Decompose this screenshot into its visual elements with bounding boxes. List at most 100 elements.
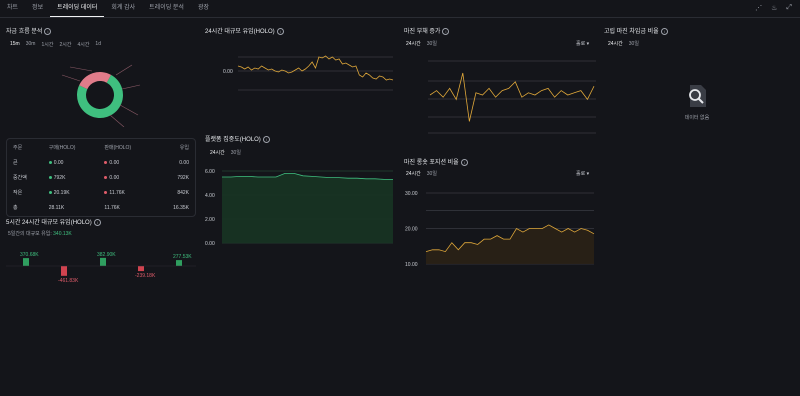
inflow-24h-line-chart: 0.00 xyxy=(223,55,394,91)
no-data-search-icon xyxy=(689,85,706,107)
sell-value: 0.00 xyxy=(109,174,120,181)
pie-leader-line xyxy=(69,66,93,72)
buy-dot xyxy=(48,160,52,164)
timeframe-2h[interactable]: 2시간 xyxy=(59,41,71,48)
series-area xyxy=(426,224,594,264)
bar xyxy=(176,260,182,266)
capital-flow-title: 자금 흐름 분석 i xyxy=(6,26,52,35)
series-area xyxy=(222,173,393,243)
dropdown-value: 홀로 xyxy=(576,171,586,177)
tab-30d[interactable]: 30일 xyxy=(427,170,437,177)
buy-dot xyxy=(48,190,52,194)
bar-label: -239.18K xyxy=(135,273,156,279)
info-icon[interactable]: i xyxy=(44,27,52,35)
capital-flow-table: 주문 구매(HOLO) 판매(HOLO) 유입 큰 0.00 0.00 0.00… xyxy=(6,138,196,217)
capital-flow-title-text: 자금 흐름 분석 xyxy=(6,29,43,35)
tab-trading-data[interactable]: 트레이딩 데이터 xyxy=(50,0,105,17)
row-label: 총 xyxy=(13,205,18,211)
chevron-down-icon: ▾ xyxy=(586,41,590,47)
info-icon[interactable]: i xyxy=(276,27,284,35)
buy-cell: 20.19K xyxy=(45,186,99,199)
concentration-title: 플랫폼 집중도(HOLO) i xyxy=(205,134,270,143)
buy-value: 0.00 xyxy=(53,159,64,166)
bell-icon[interactable]: ♨ xyxy=(771,4,777,12)
table-header-row: 주문 구매(HOLO) 판매(HOLO) 유입 xyxy=(9,141,193,154)
bar xyxy=(23,258,29,266)
row-label: 중간액 xyxy=(13,175,27,181)
inflow-5h-bar-chart: 370.68K -461.83K 382.90K -239.18K 277.53K xyxy=(6,252,196,284)
timeframe-1h[interactable]: 1시간 xyxy=(41,41,53,48)
margin-debt-title-text: 마진 부채 증가 xyxy=(404,29,441,35)
table-row: 중간액 792K 0.00 792K xyxy=(9,171,193,184)
concentration-title-text: 플랫폼 집중도(HOLO) xyxy=(205,137,261,143)
buy-cell: 792K xyxy=(45,171,99,184)
chevron-down-icon: ▾ xyxy=(586,171,590,177)
share-icon[interactable]: ⋰ xyxy=(755,4,762,12)
col-sell: 판매(HOLO) xyxy=(104,145,132,151)
sell-cell: 0.00 xyxy=(100,156,154,169)
sell-value: 11.76K xyxy=(104,204,120,211)
bar-label: 277.53K xyxy=(173,254,192,260)
buy-value: 792K xyxy=(53,174,66,181)
inflow-24h-title: 24시간 대규모 유입(HOLO) i xyxy=(205,26,284,35)
tab-audit[interactable]: 회계 감사 xyxy=(104,0,142,17)
sell-dot xyxy=(104,175,108,179)
table-row: 큰 0.00 0.00 0.00 xyxy=(9,156,193,169)
row-label: 큰 xyxy=(13,160,18,166)
pie-leader-line xyxy=(121,84,141,90)
series-line xyxy=(237,55,394,81)
isolated-margin-title: 고립 마진 차입금 비율 i xyxy=(604,26,668,35)
isolated-margin-tabs: 24시간 30일 xyxy=(608,40,639,47)
info-icon[interactable]: i xyxy=(262,135,270,143)
timeframe-4h[interactable]: 4시간 xyxy=(77,41,89,48)
pie-leader-line xyxy=(109,114,125,127)
info-icon[interactable]: i xyxy=(93,218,101,226)
concentration-tabs: 24시간 30일 xyxy=(210,149,241,156)
bar xyxy=(61,266,67,276)
margin-ls-tabs: 24시간 30일 xyxy=(406,170,437,177)
inflow-value: 792K xyxy=(177,174,189,181)
table-row: 총 28.11K 11.76K 16.35K xyxy=(9,201,193,214)
tab-24h[interactable]: 24시간 xyxy=(210,149,225,156)
margin-ls-dropdown[interactable]: 홀로 ▾ xyxy=(576,170,589,177)
tab-24h[interactable]: 24시간 xyxy=(406,170,421,177)
tab-24h[interactable]: 24시간 xyxy=(608,40,623,47)
y-tick-label: 6.00 xyxy=(205,169,215,175)
info-icon[interactable]: i xyxy=(442,27,450,35)
tab-chart[interactable]: 차트 xyxy=(0,0,25,17)
dropdown-value: 홀로 xyxy=(576,41,586,47)
buy-value: 20.19K xyxy=(53,189,70,196)
y-tick-label: 30.00 xyxy=(405,191,418,197)
summary-label: 5일간의 대규모 유입: xyxy=(8,231,52,237)
tab-24h[interactable]: 24시간 xyxy=(406,40,421,47)
margin-debt-title: 마진 부채 증가 i xyxy=(404,26,450,35)
y-tick-label: 20.00 xyxy=(405,227,418,233)
top-tab-bar: 차트 정보 트레이딩 데이터 회계 감사 트레이딩 분석 광장 ⋰ ♨ ⤢ xyxy=(0,0,800,18)
tab-30d[interactable]: 30일 xyxy=(427,40,437,47)
sell-cell: 11.76K xyxy=(100,186,154,199)
y-tick-label: 0.00 xyxy=(223,69,233,75)
info-icon[interactable]: i xyxy=(660,27,668,35)
margin-ls-title-text: 마진 롱숏 포지션 비율 xyxy=(404,160,459,166)
bar xyxy=(100,257,106,266)
bar xyxy=(138,266,144,272)
tab-30d[interactable]: 30일 xyxy=(629,40,639,47)
timeframe-15m[interactable]: 15m xyxy=(10,41,20,48)
capital-flow-donut xyxy=(61,64,141,127)
bar-label: 370.68K xyxy=(20,252,39,258)
tab-trading-analysis[interactable]: 트레이딩 분석 xyxy=(142,0,191,17)
info-icon[interactable]: i xyxy=(460,158,468,166)
tab-info[interactable]: 정보 xyxy=(25,0,50,17)
inflow-24h-title-text: 24시간 대규모 유입(HOLO) xyxy=(205,29,275,35)
timeframe-1d[interactable]: 1d xyxy=(95,41,101,48)
timeframe-30m[interactable]: 30m xyxy=(26,41,36,48)
bar-label: -461.83K xyxy=(58,278,79,284)
tab-30d[interactable]: 30일 xyxy=(231,149,241,156)
margin-ls-title: 마진 롱숏 포지션 비율 i xyxy=(404,157,468,166)
sell-value: 0.00 xyxy=(109,159,120,166)
margin-debt-dropdown[interactable]: 홀로 ▾ xyxy=(576,40,589,47)
y-tick-label: 10.00 xyxy=(405,262,418,268)
table-row: 작은 20.19K 11.76K 842K xyxy=(9,186,193,199)
tab-square[interactable]: 광장 xyxy=(191,0,216,17)
expand-icon[interactable]: ⤢ xyxy=(786,4,792,12)
